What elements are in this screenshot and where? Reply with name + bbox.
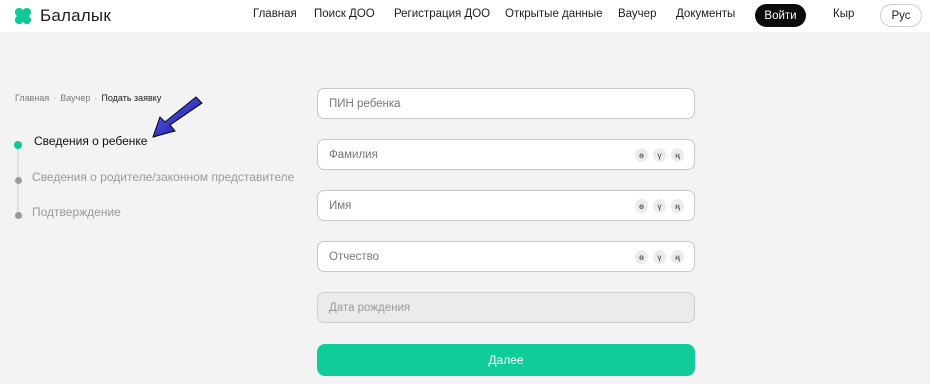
patronymic-placeholder: Отчество (329, 251, 379, 263)
birthdate-placeholder: Дата рождения (329, 302, 411, 314)
char-button-o[interactable]: ө (635, 199, 648, 213)
special-chars: ө ү ң (635, 148, 684, 162)
step-child-info[interactable]: Сведения о ребенке (34, 134, 147, 148)
surname-placeholder: Фамилия (329, 149, 378, 161)
pin-input[interactable]: ПИН ребенка (317, 88, 695, 119)
birthdate-input[interactable]: Дата рождения (317, 292, 695, 323)
nav-item-voucher[interactable]: Ваучер (618, 8, 656, 20)
step-confirmation[interactable]: Подтверждение (32, 205, 121, 219)
lang-kyr-link[interactable]: Кыр (833, 8, 854, 20)
char-button-ng[interactable]: ң (671, 199, 684, 213)
next-button[interactable]: Далее (317, 344, 695, 376)
char-button-u[interactable]: ү (653, 148, 666, 162)
step-dot-parent (14, 177, 22, 184)
surname-input[interactable]: Фамилия ө ү ң (317, 139, 695, 170)
pin-placeholder: ПИН ребенка (329, 98, 401, 110)
char-button-o[interactable]: ө (635, 250, 648, 264)
breadcrumb-separator: · (94, 93, 98, 103)
top-header: Балалык Главная Поиск ДОО Регистрация ДО… (0, 0, 930, 32)
lang-rus-button[interactable]: Рус (880, 4, 922, 27)
special-chars: ө ү ң (635, 199, 684, 213)
step-dot-confirm (14, 212, 22, 219)
name-input[interactable]: Имя ө ү ң (317, 190, 695, 221)
char-button-o[interactable]: ө (635, 148, 648, 162)
nav-item-search-doo[interactable]: Поиск ДОО (314, 8, 375, 20)
char-button-ng[interactable]: ң (671, 148, 684, 162)
name-placeholder: Имя (329, 200, 352, 212)
nav-item-open-data[interactable]: Открытые данные (505, 8, 603, 20)
char-button-u[interactable]: ү (653, 250, 666, 264)
breadcrumb-voucher[interactable]: Ваучер (60, 93, 90, 103)
step-dot-child (14, 141, 22, 149)
breadcrumb-separator: · (53, 93, 57, 103)
nav-item-documents[interactable]: Документы (676, 8, 735, 20)
char-button-u[interactable]: ү (653, 199, 666, 213)
arrow-pointer-icon (152, 96, 203, 138)
breadcrumb-home[interactable]: Главная (15, 93, 49, 103)
char-button-ng[interactable]: ң (671, 250, 684, 264)
nav-item-home[interactable]: Главная (253, 8, 297, 20)
patronymic-input[interactable]: Отчество ө ү ң (317, 241, 695, 272)
step-parent-info[interactable]: Сведения о родителе/законном представите… (32, 170, 294, 184)
nav-item-register-doo[interactable]: Регистрация ДОО (394, 8, 490, 20)
login-button[interactable]: Войти (755, 4, 806, 27)
special-chars: ө ү ң (635, 250, 684, 264)
breadcrumb: Главная · Ваучер · Подать заявку (15, 93, 161, 103)
